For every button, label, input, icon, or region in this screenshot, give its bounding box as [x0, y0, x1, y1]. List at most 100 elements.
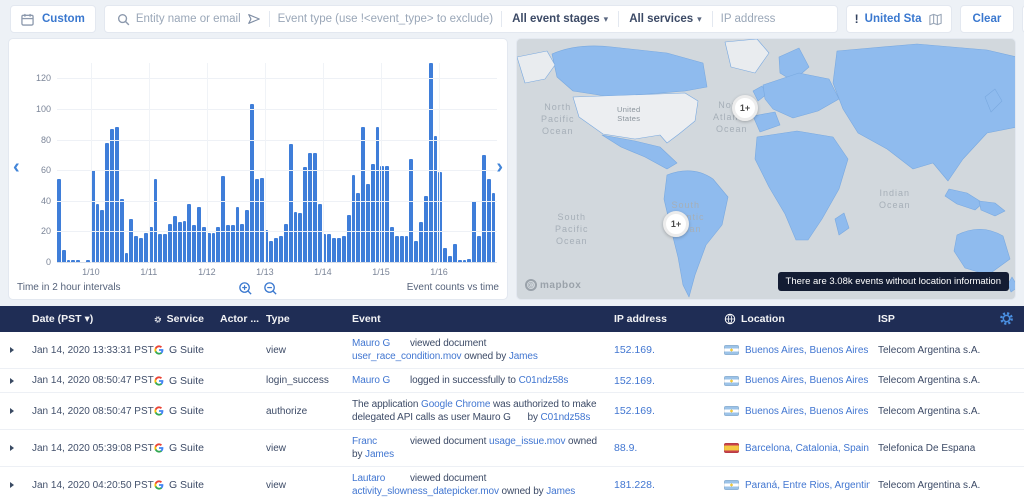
histogram-bar[interactable] — [158, 234, 162, 262]
event-map-panel[interactable]: North Pacific OceanNorth Atlantic OceanS… — [516, 38, 1016, 300]
chart-next-button[interactable]: › — [496, 157, 503, 177]
histogram-bar[interactable] — [110, 129, 114, 262]
table-row[interactable]: Jan 14, 2020 08:50:47 PSTG Suitelogin_su… — [0, 369, 1024, 393]
table-row[interactable]: Jan 14, 2020 04:20:50 PSTG SuiteviewLaut… — [0, 467, 1024, 497]
histogram-bar[interactable] — [318, 204, 322, 262]
histogram-bar[interactable] — [347, 215, 351, 262]
histogram-bar[interactable] — [342, 236, 346, 262]
histogram-bar[interactable] — [424, 196, 428, 262]
expand-row-button[interactable] — [10, 347, 14, 353]
event-link[interactable]: usage_issue.mov — [489, 436, 565, 447]
histogram-bar[interactable] — [236, 207, 240, 262]
location-filter[interactable]: ! United Sta — [846, 5, 952, 33]
map-icon[interactable] — [928, 12, 943, 27]
event-type-input[interactable]: Event type (use !<event_type> to exclude… — [270, 6, 501, 32]
histogram-bar[interactable] — [269, 241, 273, 262]
histogram-bar[interactable] — [197, 207, 201, 262]
histogram-bar[interactable] — [168, 224, 172, 262]
clear-filters-button[interactable]: Clear — [960, 5, 1015, 33]
histogram-bar[interactable] — [492, 193, 496, 262]
histogram-bar[interactable] — [467, 259, 471, 262]
histogram-bar[interactable] — [409, 159, 413, 262]
row-location-link[interactable]: Buenos Aires, Buenos Aires F.D., Argenti… — [716, 340, 870, 361]
expand-row-button[interactable] — [10, 378, 14, 384]
zoom-out-icon[interactable] — [263, 281, 278, 296]
histogram-bar[interactable] — [385, 166, 389, 262]
histogram-bar[interactable] — [366, 184, 370, 262]
event-link[interactable]: user_race_condition.mov — [352, 351, 461, 362]
row-location-link[interactable]: Buenos Aires, Buenos Aires F.D., Argenti… — [716, 401, 870, 422]
table-row[interactable]: Jan 14, 2020 05:39:08 PSTG SuiteviewFran… — [0, 430, 1024, 467]
histogram-bar[interactable] — [298, 213, 302, 262]
event-link[interactable]: James — [509, 351, 538, 362]
histogram-bar[interactable] — [487, 179, 491, 262]
histogram-bar[interactable] — [240, 224, 244, 262]
row-ip-link[interactable]: 152.169. — [606, 370, 716, 392]
histogram-bar[interactable] — [100, 210, 104, 262]
histogram-bar[interactable] — [139, 238, 143, 262]
histogram-bar[interactable] — [352, 175, 356, 262]
histogram-bar[interactable] — [448, 256, 452, 262]
date-range-button[interactable]: Custom — [10, 5, 96, 33]
actor-link[interactable]: Mauro G — [352, 337, 410, 350]
histogram-bar[interactable] — [178, 222, 182, 262]
row-ip-link[interactable]: 152.169. — [606, 400, 716, 422]
column-location[interactable]: Location — [716, 313, 870, 325]
histogram-bar[interactable] — [453, 244, 457, 262]
expand-row-button[interactable] — [10, 445, 14, 451]
histogram-bar[interactable] — [245, 210, 249, 262]
histogram-bar[interactable] — [105, 143, 109, 262]
mapbox-attribution[interactable]: ©mapbox — [525, 279, 581, 291]
histogram-bar[interactable] — [284, 224, 288, 262]
histogram-bar[interactable] — [86, 260, 90, 262]
histogram-bar[interactable] — [458, 260, 462, 262]
histogram-bar[interactable] — [419, 222, 423, 262]
row-ip-link[interactable]: 152.169. — [606, 339, 716, 361]
histogram-bar[interactable] — [115, 127, 119, 262]
event-link[interactable]: activity_slowness_datepicker.mov — [352, 486, 499, 497]
histogram-bar[interactable] — [303, 167, 307, 262]
row-location-link[interactable]: Buenos Aires, Buenos Aires F.D., Argenti… — [716, 370, 870, 391]
column-service[interactable]: Service — [146, 313, 212, 325]
histogram-bar[interactable] — [183, 221, 187, 262]
event-stages-select[interactable]: All event stages▾ — [502, 13, 618, 25]
histogram-bar[interactable] — [76, 260, 80, 262]
histogram-bar[interactable] — [405, 236, 409, 262]
table-settings-button[interactable] — [999, 311, 1014, 331]
histogram-bar[interactable] — [414, 241, 418, 262]
ip-address-input[interactable]: IP address — [713, 6, 833, 32]
histogram-bar[interactable] — [154, 179, 158, 262]
histogram-bar[interactable] — [443, 248, 447, 262]
expand-row-button[interactable] — [10, 482, 14, 488]
map-cluster-marker[interactable]: 1+ — [732, 95, 758, 121]
services-select[interactable]: All services▾ — [619, 13, 711, 25]
column-ip[interactable]: IP address — [606, 313, 716, 325]
histogram-bar[interactable] — [400, 236, 404, 262]
histogram-bar[interactable] — [67, 260, 71, 262]
histogram-bar[interactable] — [96, 204, 100, 262]
actor-link[interactable]: Lautaro — [352, 472, 410, 485]
histogram-bar[interactable] — [463, 260, 467, 262]
histogram-bar[interactable] — [434, 136, 438, 262]
histogram-bar[interactable] — [289, 144, 293, 262]
histogram-bar[interactable] — [395, 236, 399, 262]
entity-search-input[interactable]: Entity name or email — [109, 6, 269, 32]
map-cluster-marker[interactable]: 1+ — [663, 211, 689, 237]
histogram-bar[interactable] — [279, 236, 283, 262]
histogram-bar[interactable] — [327, 234, 331, 262]
histogram-bar[interactable] — [337, 238, 341, 262]
histogram-bar[interactable] — [477, 236, 481, 262]
column-actor[interactable]: Actor ... — [212, 313, 258, 325]
histogram-bar[interactable] — [57, 179, 61, 262]
histogram-bar[interactable] — [356, 193, 360, 262]
actor-link[interactable]: Mauro G — [352, 374, 410, 387]
histogram-bar[interactable] — [294, 212, 298, 263]
send-icon[interactable] — [247, 12, 261, 26]
histogram-bar[interactable] — [125, 253, 129, 262]
histogram-bar[interactable] — [62, 250, 66, 262]
event-link[interactable]: C01ndz58s — [541, 412, 591, 423]
event-link[interactable]: Google Chrome — [421, 399, 490, 410]
histogram-bar[interactable] — [187, 204, 191, 262]
event-link[interactable]: James — [365, 449, 394, 460]
table-row[interactable]: Jan 14, 2020 08:50:47 PSTG Suiteauthoriz… — [0, 393, 1024, 430]
